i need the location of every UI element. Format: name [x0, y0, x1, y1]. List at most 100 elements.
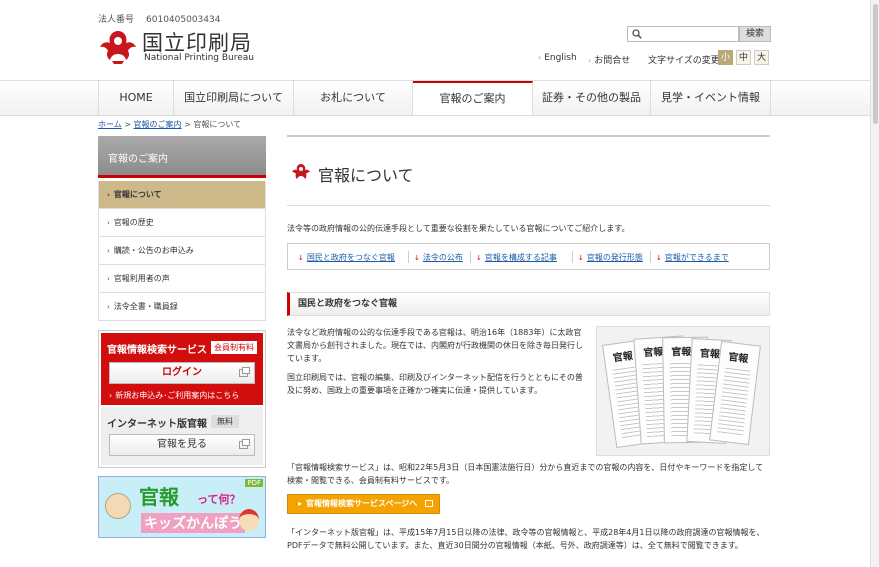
new-application-label: 新規お申込み･ご利用案内はこちら	[115, 391, 240, 400]
newspaper-masthead: 官報	[643, 346, 664, 360]
anchor-link-label: 官報の発行形態	[586, 253, 643, 262]
paragraph-internet-kanpo: 「インターネット版官報」は、平成15年7月15日以降の法律、政令等の官報情報と、…	[287, 528, 765, 550]
breadcrumb-current: 官報について	[193, 120, 242, 129]
search-input[interactable]	[627, 26, 739, 42]
english-link[interactable]: › English	[538, 53, 577, 63]
paragraph-history: 法令など政府情報の公的な伝達手段である官報は、明治16年（1883年）に太政官文…	[287, 328, 583, 363]
anchor-separator	[408, 251, 409, 263]
font-size-large-button[interactable]: 大	[754, 50, 769, 65]
login-button-label: ログイン	[162, 367, 202, 378]
login-button[interactable]: ログイン	[109, 362, 255, 384]
arrow-down-icon: ↓	[414, 254, 420, 262]
anchor-link-production[interactable]: ↓ 官報ができるまで	[656, 252, 729, 263]
breadcrumb-home[interactable]: ホーム	[98, 120, 122, 129]
corporate-number: 法人番号 6010405003434	[98, 12, 220, 25]
global-nav: HOME 国立印刷局について お札について 官報のご案内 証券・その他の製品 見…	[0, 80, 870, 116]
newspaper-masthead: 官報	[699, 348, 721, 361]
corporate-number-value: 6010405003434	[146, 15, 221, 25]
paragraph-search-service: 「官報情報検索サービス」は、昭和22年5月3日（日本国憲法施行日）分から直近まで…	[287, 463, 764, 485]
new-application-link[interactable]: › 新規お申込み･ご利用案内はこちら	[109, 390, 239, 401]
kids-banner-subtitle: キッズかんぽう	[141, 513, 245, 533]
gnav-kanpo[interactable]: 官報のご案内	[413, 81, 533, 115]
kanpo-newspapers-photo: 官報 官報 官報 官報 官報	[596, 326, 770, 456]
english-link-label: English	[544, 53, 577, 63]
newspaper-masthead: 官報	[671, 346, 692, 359]
breadcrumb-parent[interactable]: 官報のご案内	[134, 120, 182, 129]
side-item-subscription[interactable]: › 購読・公告のお申込み	[98, 237, 266, 265]
kanpo-search-panel: 官報情報検索サービス 会員制有料 ログイン › 新規お申込み･ご利用案内はこちら …	[98, 330, 266, 468]
font-size-medium-button[interactable]: 中	[736, 50, 751, 65]
contact-link[interactable]: › お問合せ	[588, 53, 630, 66]
arrow-right-icon: ›	[107, 303, 110, 311]
anchor-link-formats[interactable]: ↓ 官報の発行形態	[578, 252, 643, 263]
gnav-about[interactable]: 国立印刷局について	[174, 81, 294, 115]
anchor-links: ↓ 国民と政府をつなぐ官報 ↓ 法令の公布 ↓ 官報を構成する記事 ↓ 官報の発行形態 …	[287, 243, 770, 270]
external-link-icon	[239, 367, 250, 377]
internet-kanpo-title: インターネット版官報	[107, 419, 207, 430]
gnav-events[interactable]: 見学・イベント情報	[651, 81, 771, 115]
side-item-voices[interactable]: › 官報利用者の声	[98, 265, 266, 293]
side-item-label: 官報の歴史	[113, 218, 154, 227]
external-link-icon	[425, 500, 433, 507]
kanpo-search-service-button[interactable]: ▸ 官報情報検索サービスページへ	[287, 494, 440, 514]
character-illustration	[105, 493, 131, 519]
gnav-home[interactable]: HOME	[98, 81, 174, 115]
page-title: 官報について	[318, 166, 414, 185]
search-button[interactable]: 検索	[739, 26, 771, 42]
external-link-icon	[239, 439, 250, 449]
anchor-link-articles[interactable]: ↓ 官報を構成する記事	[476, 252, 557, 263]
kids-kanpo-banner[interactable]: 官報 って何？ キッズかんぽう PDF	[98, 476, 266, 538]
member-badge: 会員制有料	[211, 341, 257, 354]
view-kanpo-button[interactable]: 官報を見る	[109, 434, 255, 456]
vertical-scrollbar[interactable]	[870, 0, 879, 567]
corporate-number-label: 法人番号	[98, 15, 135, 25]
side-nav-heading: 官報のご案内	[98, 136, 266, 178]
logo-text-en: National Printing Bureau	[144, 53, 254, 63]
font-size-small-button[interactable]: 小	[718, 50, 733, 65]
arrow-right-icon: ›	[107, 275, 110, 283]
side-item-history[interactable]: › 官報の歴史	[98, 209, 266, 237]
character-illustration	[239, 509, 259, 531]
arrow-down-icon: ↓	[578, 254, 584, 262]
chevron-right-icon: ›	[109, 391, 113, 400]
site-logo[interactable]: 国立印刷局 National Printing Bureau	[98, 27, 268, 67]
search-icon	[632, 29, 642, 39]
view-kanpo-label: 官報を見る	[157, 439, 207, 450]
newspaper-masthead: 官報	[612, 350, 634, 365]
side-item-laws[interactable]: › 法令全書・職員録	[98, 293, 266, 321]
arrow-down-icon: ↓	[298, 254, 304, 262]
kids-banner-title: 官報	[139, 485, 179, 509]
text-lines	[716, 364, 752, 438]
breadcrumb: ホーム > 官報のご案内 > 官報について	[98, 119, 241, 130]
kids-banner-question: って何？	[197, 493, 241, 506]
font-size-label: 文字サイズの変更	[648, 56, 720, 66]
kanpo-search-service-box: 官報情報検索サービス 会員制有料 ログイン › 新規お申込み･ご利用案内はこちら	[101, 333, 263, 405]
anchor-link-label: 法令の公布	[422, 253, 463, 262]
kanpo-search-title: 官報情報検索サービス	[107, 345, 207, 356]
anchor-link-label: 官報を構成する記事	[484, 253, 557, 262]
section-heading: 国民と政府をつなぐ官報	[287, 292, 770, 316]
gnav-products[interactable]: 証券・その他の製品	[533, 81, 651, 115]
content-top-rule	[287, 135, 770, 137]
title-rule	[287, 205, 770, 206]
side-item-label: 購読・公告のお申込み	[113, 246, 194, 255]
anchor-link-connection[interactable]: ↓ 国民と政府をつなぐ官報	[298, 252, 395, 263]
arrow-down-icon: ↓	[476, 254, 482, 262]
intro-text: 法令等の政府情報の公的伝達手段として重要な役割を果たしている官報についてご紹介し…	[287, 224, 630, 233]
browser-page: 法人番号 6010405003434 国立印刷局 National Printin…	[0, 0, 879, 567]
breadcrumb-separator: >	[184, 120, 191, 129]
side-item-about-kanpo[interactable]: › 官報について	[98, 181, 266, 209]
chevron-right-icon: ›	[588, 56, 592, 65]
paragraph-role: 国立印刷局では、官報の編集、印刷及びインターネット配信を行うとともにその普及に努…	[287, 373, 583, 395]
arrow-right-icon: ›	[107, 219, 110, 227]
anchor-link-label: 官報ができるまで	[664, 253, 729, 262]
pdf-badge: PDF	[245, 479, 263, 487]
kanpo-search-service-label: 官報情報検索サービスページへ	[306, 499, 418, 508]
gnav-banknotes[interactable]: お札について	[294, 81, 413, 115]
arrow-right-icon: ›	[107, 247, 110, 255]
anchor-link-promulgation[interactable]: ↓ 法令の公布	[414, 252, 463, 263]
anchor-separator	[650, 251, 651, 263]
scrollbar-thumb[interactable]	[873, 4, 878, 124]
side-item-label: 官報利用者の声	[113, 274, 170, 283]
newspaper-masthead: 官報	[727, 351, 749, 366]
